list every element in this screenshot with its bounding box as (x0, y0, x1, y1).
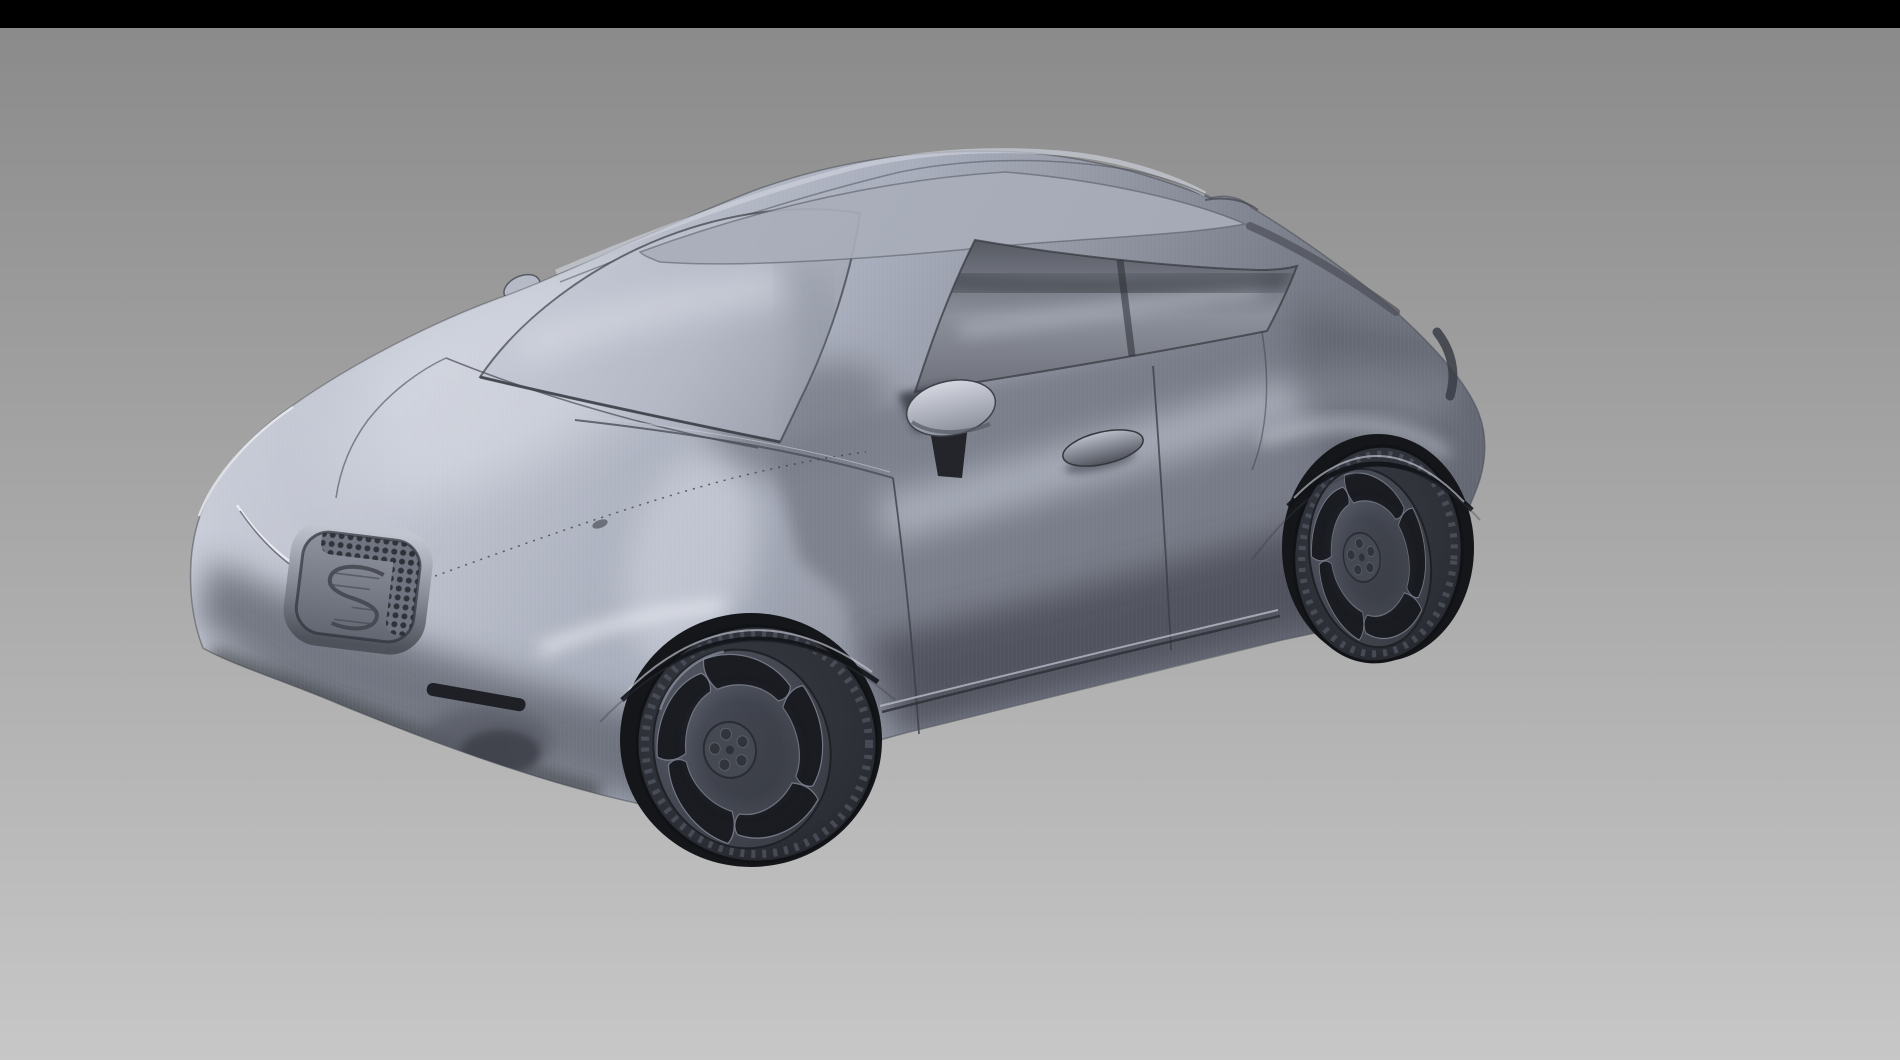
letterbox-top (0, 0, 1900, 28)
render-stage (0, 0, 1900, 1060)
grille (287, 523, 430, 652)
viewport-3d[interactable] (0, 0, 1900, 1060)
